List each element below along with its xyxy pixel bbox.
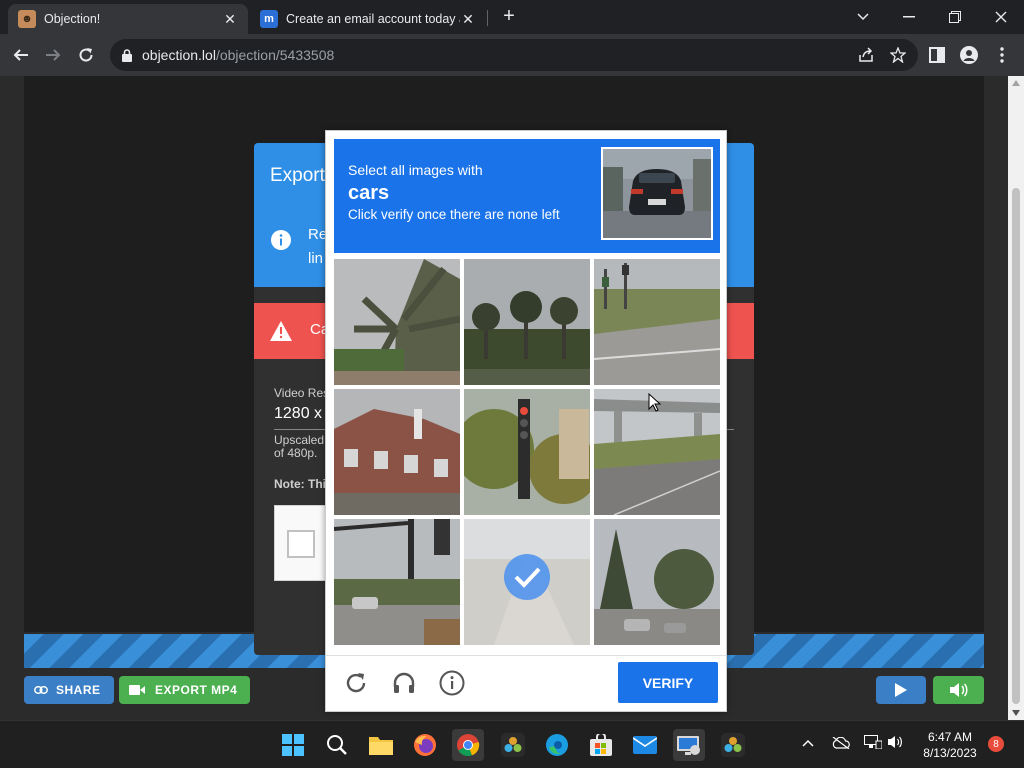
network-icon[interactable] (864, 735, 883, 752)
video-camera-icon (129, 685, 145, 695)
tray-chevron-up-icon[interactable] (802, 735, 814, 750)
page-scrollbar[interactable] (1008, 76, 1024, 720)
bookmark-star-icon[interactable] (887, 44, 909, 66)
link-icon (34, 686, 48, 694)
audio-challenge-icon[interactable] (390, 669, 418, 697)
chrome-icon[interactable] (452, 729, 484, 761)
browser-menu-icon[interactable] (991, 44, 1013, 66)
objection-favicon-icon: ☻ (18, 10, 36, 28)
browser-toolbar: objection.lol/objection/5433508 (0, 34, 1024, 76)
edge-icon[interactable] (541, 729, 573, 761)
recaptcha-checkbox[interactable] (287, 530, 315, 558)
back-icon[interactable] (8, 42, 34, 68)
davinci-resolve-icon[interactable] (497, 729, 529, 761)
minimize-icon[interactable] (886, 0, 932, 34)
upscaled-text: Upscaled (274, 433, 325, 447)
profile-icon[interactable] (958, 44, 980, 66)
url-path: /objection/5433508 (215, 47, 335, 63)
lock-icon (122, 48, 132, 62)
note-text: Note: Thi (274, 477, 326, 491)
tab-objection[interactable]: ☻ Objection! ✕ (8, 4, 248, 34)
firefox-icon[interactable] (409, 729, 441, 761)
captcha-tile[interactable] (334, 389, 460, 515)
clock-time: 6:47 AM (927, 730, 973, 744)
file-explorer-icon[interactable] (365, 729, 397, 761)
video-resolution-label: Video Res (274, 386, 330, 400)
captcha-tile-selected[interactable] (464, 519, 590, 645)
sample-car-image (601, 147, 713, 240)
captcha-instruction: Select all images with (348, 162, 483, 178)
play-icon (895, 683, 907, 697)
play-button[interactable] (876, 676, 926, 704)
captcha-tile[interactable] (464, 389, 590, 515)
notification-badge[interactable]: 8 (988, 736, 1004, 752)
tab-strip: ☻ Objection! ✕ m Create an email account… (0, 0, 1024, 34)
volume-icon[interactable] (888, 735, 904, 752)
mail-favicon-icon: m (260, 10, 278, 28)
captcha-tile[interactable] (334, 259, 460, 385)
remote-desktop-icon[interactable] (673, 729, 705, 761)
scroll-down-arrow-icon[interactable] (1012, 710, 1020, 716)
captcha-tile[interactable] (334, 519, 460, 645)
url-host: objection.lol (142, 47, 216, 63)
captcha-header: Select all images with cars Click verify… (334, 139, 720, 253)
address-bar[interactable]: objection.lol/objection/5433508 (110, 39, 918, 71)
microsoft-store-icon[interactable] (585, 729, 617, 761)
tab-divider (487, 10, 488, 26)
captcha-tile[interactable] (594, 259, 720, 385)
warning-icon (270, 321, 292, 341)
windows-start-icon[interactable] (277, 729, 309, 761)
verify-button[interactable]: VERIFY (618, 662, 718, 703)
captcha-hint: Click verify once there are none left (348, 207, 560, 222)
volume-button[interactable] (933, 676, 984, 704)
scroll-up-arrow-icon[interactable] (1012, 80, 1020, 86)
new-tab-icon[interactable]: + (498, 5, 520, 27)
export-mp4-label: EXPORT MP4 (155, 683, 238, 697)
close-tab-icon[interactable]: ✕ (222, 11, 238, 28)
onedrive-offline-icon[interactable] (832, 736, 850, 752)
reload-challenge-icon[interactable] (342, 669, 370, 697)
restore-icon[interactable] (932, 0, 978, 34)
share-label: SHARE (56, 683, 101, 697)
mail-icon[interactable] (629, 729, 661, 761)
help-info-icon[interactable] (438, 669, 466, 697)
forward-icon[interactable] (40, 42, 66, 68)
system-clock[interactable]: 6:47 AM 8/13/2023 (912, 729, 988, 761)
video-resolution-value[interactable]: 1280 x (274, 405, 322, 423)
davinci-resolve-icon[interactable] (717, 729, 749, 761)
captcha-tile[interactable] (594, 519, 720, 645)
captcha-tile[interactable] (464, 259, 590, 385)
export-mp4-button[interactable]: EXPORT MP4 (119, 676, 250, 704)
close-tab-icon[interactable]: ✕ (460, 11, 476, 28)
captcha-grid (334, 259, 720, 645)
upscaled-text-line2: of 480p. (274, 446, 318, 460)
tab-search-icon[interactable] (840, 0, 886, 34)
tab-email[interactable]: m Create an email account today at ✕ (250, 4, 486, 34)
share-button[interactable]: SHARE (24, 676, 114, 704)
side-panel-icon[interactable] (926, 44, 948, 66)
taskbar: 6:47 AM 8/13/2023 (0, 720, 1024, 768)
scroll-thumb[interactable] (1012, 188, 1020, 704)
info-icon (270, 229, 292, 287)
tab-title: Objection! (44, 12, 101, 26)
close-window-icon[interactable] (978, 0, 1024, 34)
mouse-cursor-icon (648, 393, 661, 412)
speaker-icon (949, 683, 968, 697)
taskbar-search-icon[interactable] (321, 729, 353, 761)
tab-title: Create an email account today at (286, 12, 460, 26)
clock-date: 8/13/2023 (923, 746, 977, 760)
captcha-challenge: Select all images with cars Click verify… (325, 130, 727, 712)
share-page-icon[interactable] (855, 44, 877, 66)
captcha-target: cars (348, 182, 390, 204)
reload-icon[interactable] (73, 42, 99, 68)
